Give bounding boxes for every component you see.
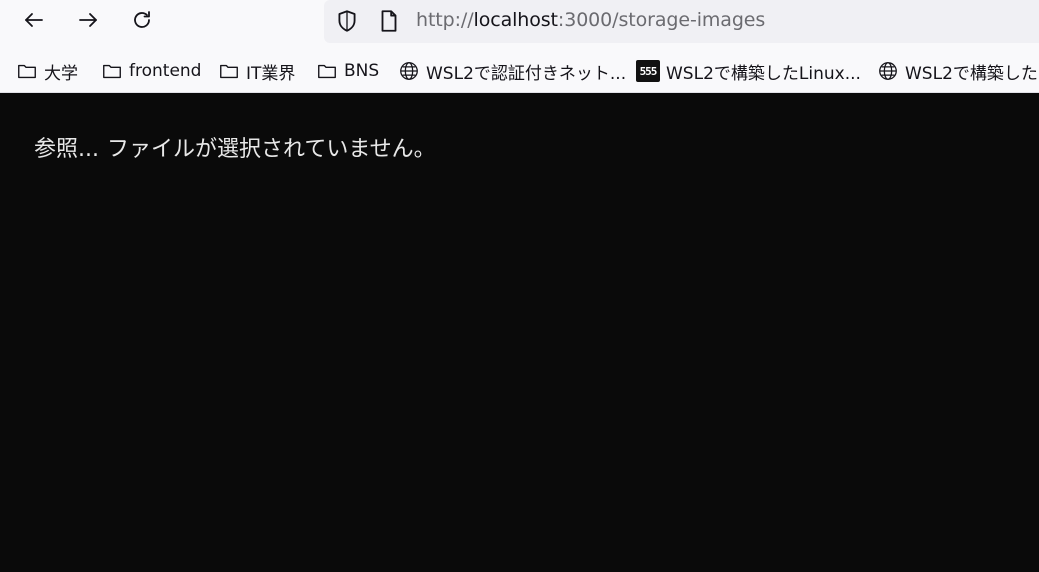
page-content: 参照... ファイルが選択されていません。 xyxy=(0,93,1039,572)
url-text[interactable]: http://localhost:3000/storage-images xyxy=(416,9,765,31)
bookmark-label: BNS xyxy=(344,61,380,81)
bookmark-folder-daigaku[interactable]: 大学 xyxy=(16,58,78,84)
url-host: localhost xyxy=(473,9,558,31)
bookmark-label: 大学 xyxy=(44,63,78,84)
site-favicon-icon: 555 xyxy=(636,60,660,82)
address-bar[interactable]: http://localhost:3000/storage-images xyxy=(324,0,1039,43)
forward-button[interactable] xyxy=(72,4,104,36)
folder-icon xyxy=(103,64,121,79)
folder-icon xyxy=(18,64,36,79)
globe-icon xyxy=(879,62,897,80)
browse-button[interactable]: 参照... xyxy=(34,131,99,163)
browser-chrome: http://localhost:3000/storage-images 大学 … xyxy=(0,0,1039,93)
bookmark-label: WSL2で構築したLi xyxy=(905,63,1039,84)
folder-icon xyxy=(220,64,238,79)
folder-icon xyxy=(318,64,336,79)
bookmark-wsl2-linux-2[interactable]: WSL2で構築したLi xyxy=(877,58,1039,84)
bookmark-label: WSL2で認証付きネット... xyxy=(426,63,627,84)
bookmark-folder-frontend[interactable]: frontend xyxy=(101,58,201,84)
bookmark-label: WSL2で構築したLinux... xyxy=(666,63,861,84)
bookmark-label: frontend xyxy=(129,61,202,81)
bookmark-label: IT業界 xyxy=(246,63,296,84)
file-status-text: ファイルが選択されていません。 xyxy=(106,137,436,162)
back-button[interactable] xyxy=(18,4,50,36)
url-scheme: http:// xyxy=(416,9,474,31)
reload-button[interactable] xyxy=(126,4,158,36)
bookmark-wsl2-auth[interactable]: WSL2で認証付きネット... xyxy=(398,58,626,84)
url-path: :3000/storage-images xyxy=(557,9,766,31)
bookmark-folder-it-gyokai[interactable]: IT業界 xyxy=(218,58,295,84)
page-icon[interactable] xyxy=(376,8,402,34)
bookmark-wsl2-linux[interactable]: 555 WSL2で構築したLinux... xyxy=(636,58,861,84)
arrow-left-icon xyxy=(25,13,43,27)
reload-icon xyxy=(134,11,150,28)
file-input[interactable]: 参照... ファイルが選択されていません。 xyxy=(34,131,436,163)
arrow-right-icon xyxy=(79,13,97,27)
bookmarks-toolbar: 大学 frontend IT業界 BNS WSL2で認証付きネット... 555… xyxy=(0,50,1039,92)
shield-icon[interactable] xyxy=(334,8,360,34)
globe-icon xyxy=(400,62,418,80)
bookmark-folder-bns[interactable]: BNS xyxy=(316,58,379,84)
